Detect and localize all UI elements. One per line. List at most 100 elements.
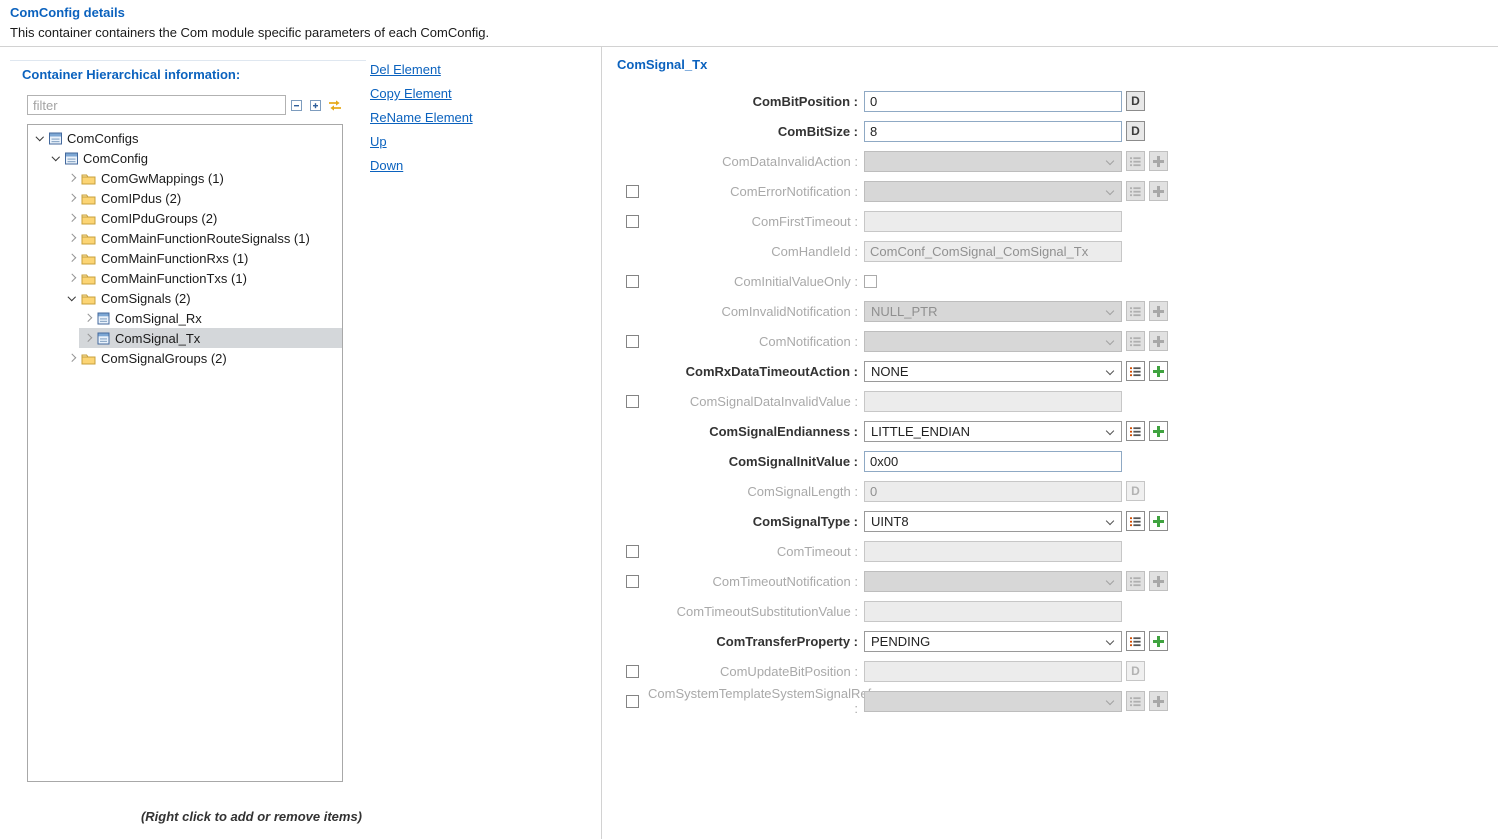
chevron-right-icon[interactable] xyxy=(64,355,79,361)
tree-item-label: ComMainFunctionRxs (1) xyxy=(101,251,248,266)
comsignalendianness-add-icon[interactable] xyxy=(1149,421,1168,441)
comsignalendianness-list-icon[interactable] xyxy=(1126,421,1145,441)
filter-input[interactable] xyxy=(27,95,286,115)
tree-item-body: ComConfig xyxy=(47,148,342,168)
chevron-right-icon[interactable] xyxy=(64,195,79,201)
tree-item-label: ComGwMappings (1) xyxy=(101,171,224,186)
comsignalendianness-label: ComSignalEndianness : xyxy=(648,424,858,439)
comfirsttimeout-enable-checkbox[interactable] xyxy=(626,215,639,228)
comsystemtemplatesystemsignalref-enable-checkbox[interactable] xyxy=(626,695,639,708)
cominvalidnotification-label: ComInvalidNotification : xyxy=(648,304,858,319)
combitposition-default-button[interactable]: D xyxy=(1126,91,1145,111)
combitsize-input[interactable] xyxy=(864,121,1122,142)
chevron-right-icon[interactable] xyxy=(64,255,79,261)
combitsize-default-button[interactable]: D xyxy=(1126,121,1145,141)
control-cell xyxy=(864,571,1492,592)
comerrornotification-enable-checkbox[interactable] xyxy=(626,185,639,198)
link-with-editor-icon[interactable] xyxy=(326,97,343,114)
comsignaltype-list-icon[interactable] xyxy=(1126,511,1145,531)
checkbox-cell xyxy=(626,395,648,408)
comsignalinitvalue-input[interactable] xyxy=(864,451,1122,472)
comupdatebitposition-enable-checkbox[interactable] xyxy=(626,665,639,678)
field-row-comsignaltype: ComSignalType :UINT8 xyxy=(626,506,1492,536)
chevron-down-icon[interactable] xyxy=(32,136,47,140)
tree-indent xyxy=(28,348,63,368)
comsystemtemplatesystemsignalref-select xyxy=(864,691,1122,712)
comsignalendianness-select[interactable]: LITTLE_ENDIAN xyxy=(864,421,1122,442)
comsignaltype-select[interactable]: UINT8 xyxy=(864,511,1122,532)
comsignaltype-value: UINT8 xyxy=(871,514,909,529)
comrxdatatimeoutaction-select[interactable]: NONE xyxy=(864,361,1122,382)
tree-item-label: ComIPduGroups (2) xyxy=(101,211,217,226)
tree-item-body: ComMainFunctionTxs (1) xyxy=(63,268,342,288)
comtransferproperty-add-icon[interactable] xyxy=(1149,631,1168,651)
combitposition-input[interactable] xyxy=(864,91,1122,112)
tree-item-comipdus-2[interactable]: ComIPdus (2) xyxy=(28,188,342,208)
tree-item-comsignal-tx[interactable]: ComSignal_Tx xyxy=(28,328,342,348)
chevron-down-icon[interactable] xyxy=(64,296,79,300)
tree-item-commainfunctionrxs-1[interactable]: ComMainFunctionRxs (1) xyxy=(28,248,342,268)
comtimeout-input xyxy=(864,541,1122,562)
comrxdatatimeoutaction-add-icon[interactable] xyxy=(1149,361,1168,381)
chevron-right-icon[interactable] xyxy=(64,275,79,281)
comnotification-label: ComNotification : xyxy=(648,334,858,349)
checkbox-cell xyxy=(626,695,648,708)
control-cell xyxy=(864,601,1492,622)
comtransferproperty-select[interactable]: PENDING xyxy=(864,631,1122,652)
comnotification-list-icon xyxy=(1126,331,1145,351)
field-row-comtimeoutnotification: ComTimeoutNotification : xyxy=(626,566,1492,596)
header-divider xyxy=(0,46,1498,47)
rename-element-link[interactable]: ReName Element xyxy=(370,110,473,125)
chevron-down-icon xyxy=(1106,576,1114,584)
comrxdatatimeoutaction-list-icon[interactable] xyxy=(1126,361,1145,381)
del-element-link[interactable]: Del Element xyxy=(370,62,441,77)
control-cell: D xyxy=(864,661,1492,682)
tree-item-comconfig[interactable]: ComConfig xyxy=(28,148,342,168)
tree-item-commainfunctionroutesignalss-1[interactable]: ComMainFunctionRouteSignalss (1) xyxy=(28,228,342,248)
comsignaltype-add-icon[interactable] xyxy=(1149,511,1168,531)
tree-item-body: ComMainFunctionRxs (1) xyxy=(63,248,342,268)
tree-item-comsignals-2[interactable]: ComSignals (2) xyxy=(28,288,342,308)
comsignaldatainvalidvalue-enable-checkbox[interactable] xyxy=(626,395,639,408)
chevron-right-icon[interactable] xyxy=(64,215,79,221)
comnotification-enable-checkbox[interactable] xyxy=(626,335,639,348)
comrxdatatimeoutaction-label: ComRxDataTimeoutAction : xyxy=(648,364,858,379)
copy-element-link[interactable]: Copy Element xyxy=(370,86,452,101)
tree-item-body: ComSignal_Rx xyxy=(79,308,342,328)
tree-item-comgwmappings-1[interactable]: ComGwMappings (1) xyxy=(28,168,342,188)
chevron-right-icon[interactable] xyxy=(64,175,79,181)
cominitialvalueonly-enable-checkbox[interactable] xyxy=(626,275,639,288)
collapse-all-icon[interactable] xyxy=(288,97,305,114)
chevron-right-icon[interactable] xyxy=(80,315,95,321)
folder-icon xyxy=(81,352,96,365)
tree-item-comsignalgroups-2[interactable]: ComSignalGroups (2) xyxy=(28,348,342,368)
chevron-right-icon[interactable] xyxy=(64,235,79,241)
up-link[interactable]: Up xyxy=(370,134,387,149)
comupdatebitposition-label: ComUpdateBitPosition : xyxy=(648,664,858,679)
expand-all-icon[interactable] xyxy=(307,97,324,114)
down-link[interactable]: Down xyxy=(370,158,403,173)
tree-item-comipdugroups-2[interactable]: ComIPduGroups (2) xyxy=(28,208,342,228)
control-cell: NONE xyxy=(864,361,1492,382)
comtransferproperty-value: PENDING xyxy=(871,634,930,649)
comdatainvalidaction-list-icon xyxy=(1126,151,1145,171)
chevron-right-icon[interactable] xyxy=(80,335,95,341)
chevron-down-icon[interactable] xyxy=(48,156,63,160)
chevron-down-icon xyxy=(1106,636,1114,644)
comtimeout-enable-checkbox[interactable] xyxy=(626,545,639,558)
comdatainvalidaction-add-icon xyxy=(1149,151,1168,171)
tree-item-commainfunctiontxs-1[interactable]: ComMainFunctionTxs (1) xyxy=(28,268,342,288)
comupdatebitposition-input xyxy=(864,661,1122,682)
comsystemtemplatesystemsignalref-label: ComSystemTemplateSystemSignalRef : xyxy=(648,686,858,716)
tree-item-body: ComSignal_Tx xyxy=(79,328,342,348)
comtransferproperty-list-icon[interactable] xyxy=(1126,631,1145,651)
tree-item-comsignal-rx[interactable]: ComSignal_Rx xyxy=(28,308,342,328)
comtimeoutnotification-enable-checkbox[interactable] xyxy=(626,575,639,588)
checkbox-cell xyxy=(626,185,648,198)
comsystemtemplatesystemsignalref-add-icon xyxy=(1149,691,1168,711)
comtimeoutnotification-select xyxy=(864,571,1122,592)
tree-item-comconfigs[interactable]: ComConfigs xyxy=(28,128,342,148)
comrxdatatimeoutaction-value: NONE xyxy=(871,364,909,379)
field-row-comerrornotification: ComErrorNotification : xyxy=(626,176,1492,206)
field-row-comhandleid: ComHandleId : xyxy=(626,236,1492,266)
